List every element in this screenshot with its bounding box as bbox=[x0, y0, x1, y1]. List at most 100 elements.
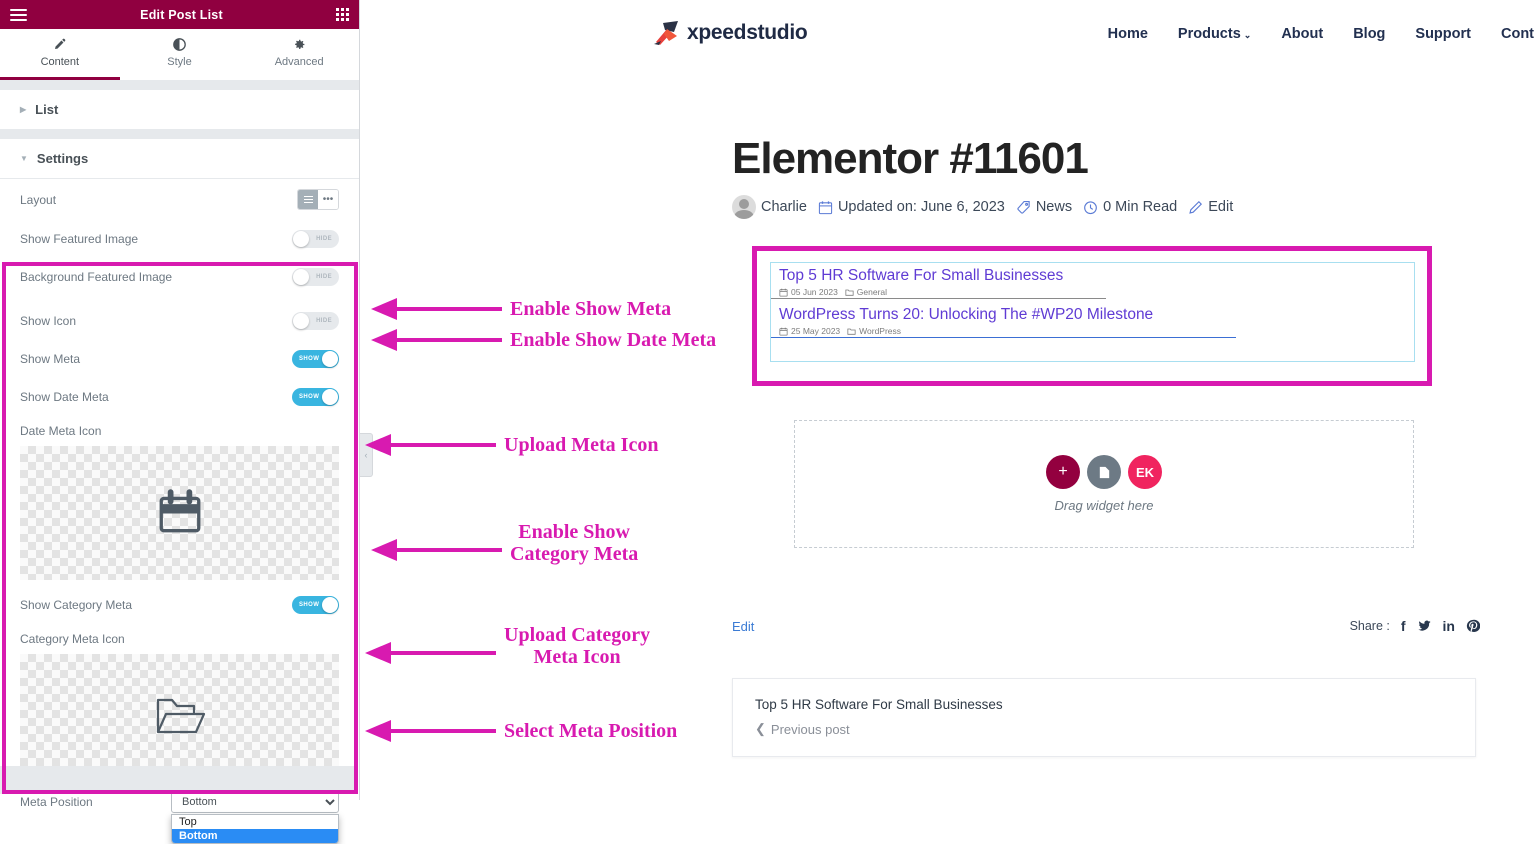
nav-item-contact[interactable]: Cont bbox=[1501, 26, 1534, 42]
annotation-label: Enable Show Meta bbox=[510, 298, 672, 320]
nav-item-blog[interactable]: Blog bbox=[1353, 26, 1385, 42]
show-date-meta-state: SHOW bbox=[299, 394, 320, 400]
post-date: Updated on: June 6, 2023 bbox=[837, 199, 1005, 215]
section-list[interactable]: ▶ List bbox=[0, 90, 359, 130]
layout-option-grid[interactable]: ••• bbox=[318, 190, 338, 209]
annotation-upload-category-meta-icon: Upload Category Meta Icon bbox=[365, 624, 650, 669]
post-list-item[interactable]: WordPress Turns 20: Unlocking The #WP20 … bbox=[771, 299, 1414, 338]
drag-widget-dropzone[interactable]: + EK Drag widget here bbox=[794, 420, 1414, 548]
annotation-enable-show-meta: Enable Show Meta bbox=[371, 298, 672, 321]
meta-position-dropdown[interactable]: Bottom Top Bottom bbox=[171, 791, 339, 844]
inline-edit-link[interactable]: Edit bbox=[732, 619, 754, 634]
ellipsis-icon: ••• bbox=[322, 194, 334, 205]
post-list-date: 05 Jun 2023 bbox=[779, 287, 838, 297]
nav-item-support[interactable]: Support bbox=[1415, 26, 1471, 42]
previous-post-title: Top 5 HR Software For Small Businesses bbox=[755, 697, 1003, 712]
chevron-down-icon: ⌄ bbox=[1243, 30, 1252, 40]
read-time: 0 Min Read bbox=[1103, 199, 1178, 215]
post-list-widget[interactable]: Top 5 HR Software For Small Businesses 0… bbox=[770, 262, 1415, 362]
show-icon-toggle[interactable]: HIDE bbox=[292, 312, 339, 330]
linkedin-icon[interactable]: in bbox=[1443, 618, 1455, 634]
grid-apps-icon[interactable] bbox=[335, 8, 349, 21]
annotation-label: Enable Show Date Meta bbox=[510, 329, 717, 351]
layout-choices[interactable]: ••• bbox=[297, 189, 339, 210]
control-background-featured-image: Background Featured Image HIDE bbox=[0, 258, 359, 296]
nav-item-products[interactable]: Products ⌄ bbox=[1178, 26, 1251, 42]
category-meta-icon-upload[interactable] bbox=[20, 654, 339, 777]
tag-icon bbox=[1016, 200, 1031, 215]
post-list-widget-highlight: Top 5 HR Software For Small Businesses 0… bbox=[752, 246, 1432, 386]
tab-content-label: Content bbox=[40, 56, 80, 68]
meta-position-option-top[interactable]: Top bbox=[172, 815, 338, 829]
tab-style[interactable]: Style bbox=[120, 29, 240, 80]
background-featured-image-toggle[interactable]: HIDE bbox=[292, 268, 339, 286]
control-show-featured-image: Show Featured Image HIDE bbox=[0, 220, 359, 258]
post-list-date-text: 25 May 2023 bbox=[791, 326, 841, 336]
show-date-meta-toggle[interactable]: SHOW bbox=[292, 388, 339, 406]
post-list-item-title[interactable]: WordPress Turns 20: Unlocking The #WP20 … bbox=[779, 306, 1414, 324]
nav-item-home[interactable]: Home bbox=[1108, 26, 1148, 42]
show-category-meta-toggle[interactable]: SHOW bbox=[292, 596, 339, 614]
show-featured-image-toggle[interactable]: HIDE bbox=[292, 230, 339, 248]
date-meta-icon-upload[interactable] bbox=[20, 446, 339, 580]
annotation-arrow bbox=[365, 720, 496, 743]
post-list-item[interactable]: Top 5 HR Software For Small Businesses 0… bbox=[771, 263, 1414, 299]
list-icon bbox=[303, 194, 313, 205]
show-icon-label: Show Icon bbox=[20, 314, 77, 328]
elementor-editor-panel: Edit Post List Content Style Advanced ▶ bbox=[0, 0, 360, 844]
control-show-meta: Show Meta SHOW bbox=[0, 340, 359, 378]
annotation-upload-meta-icon: Upload Meta Icon bbox=[365, 434, 658, 457]
meta-position-option-bottom[interactable]: Bottom bbox=[172, 829, 338, 843]
dropzone-label: Drag widget here bbox=[1054, 498, 1154, 513]
meta-position-select[interactable]: Bottom bbox=[171, 791, 339, 813]
nav-item-about[interactable]: About bbox=[1281, 26, 1323, 42]
site-preview: xpeedstudio Home Products ⌄ About Blog Su… bbox=[373, 0, 1534, 800]
annotation-enable-show-category-meta: Enable Show Category Meta bbox=[371, 521, 638, 566]
meta-position-label: Meta Position bbox=[20, 795, 93, 809]
site-logo[interactable]: xpeedstudio bbox=[653, 20, 808, 46]
show-featured-image-label: Show Featured Image bbox=[20, 232, 139, 246]
hamburger-icon[interactable] bbox=[10, 6, 27, 24]
post-meta-edit[interactable]: Edit bbox=[1188, 199, 1233, 215]
elementskit-button[interactable]: EK bbox=[1128, 455, 1162, 489]
toggle-knob bbox=[293, 313, 309, 329]
panel-title: Edit Post List bbox=[140, 7, 223, 22]
post-list-date: 25 May 2023 bbox=[779, 326, 840, 336]
previous-post-link[interactable]: ❮ Previous post bbox=[755, 721, 1453, 737]
folder-open-icon bbox=[152, 692, 208, 740]
tab-advanced[interactable]: Advanced bbox=[239, 29, 359, 80]
post-list-item-meta: 25 May 2023 WordPress bbox=[779, 326, 1414, 336]
panel-divider-2 bbox=[0, 130, 359, 139]
tab-advanced-label: Advanced bbox=[274, 56, 324, 68]
facebook-icon[interactable]: f bbox=[1401, 618, 1406, 634]
template-library-button[interactable] bbox=[1087, 455, 1121, 489]
toggle-knob bbox=[293, 231, 309, 247]
panel-footer-bar bbox=[0, 766, 358, 794]
annotation-arrow bbox=[365, 642, 496, 665]
post-list-item-title[interactable]: Top 5 HR Software For Small Businesses bbox=[779, 267, 1414, 285]
xpeedstudio-logo-icon bbox=[653, 20, 683, 46]
site-nav: Home Products ⌄ About Blog Support Cont bbox=[1108, 26, 1534, 42]
show-meta-toggle[interactable]: SHOW bbox=[292, 350, 339, 368]
previous-post-card[interactable]: Top 5 HR Software For Small Businesses ❮… bbox=[732, 678, 1476, 757]
post-list-category-text: General bbox=[856, 287, 888, 297]
panel-tabs: Content Style Advanced bbox=[0, 29, 359, 81]
meta-position-option-list[interactable]: Top Bottom bbox=[171, 814, 339, 844]
plus-icon: + bbox=[1058, 463, 1068, 480]
twitter-icon[interactable] bbox=[1417, 619, 1432, 633]
chevron-right-icon: ▶ bbox=[20, 105, 27, 114]
post-meta-author: Charlie bbox=[732, 195, 807, 219]
section-settings[interactable]: ▼ Settings bbox=[0, 139, 359, 179]
pinterest-icon[interactable] bbox=[1466, 619, 1480, 633]
folder-icon bbox=[845, 288, 854, 297]
layout-option-list[interactable] bbox=[298, 190, 318, 209]
add-element-button[interactable]: + bbox=[1046, 455, 1080, 489]
post-list-date-text: 05 Jun 2023 bbox=[791, 287, 838, 297]
author-name: Charlie bbox=[761, 199, 807, 215]
tab-content[interactable]: Content bbox=[0, 29, 120, 80]
post-list-category: WordPress bbox=[847, 326, 901, 336]
toggle-knob bbox=[322, 351, 338, 367]
contrast-icon bbox=[173, 38, 186, 51]
pencil-icon bbox=[53, 38, 66, 51]
annotation-select-meta-position: Select Meta Position bbox=[365, 720, 677, 743]
